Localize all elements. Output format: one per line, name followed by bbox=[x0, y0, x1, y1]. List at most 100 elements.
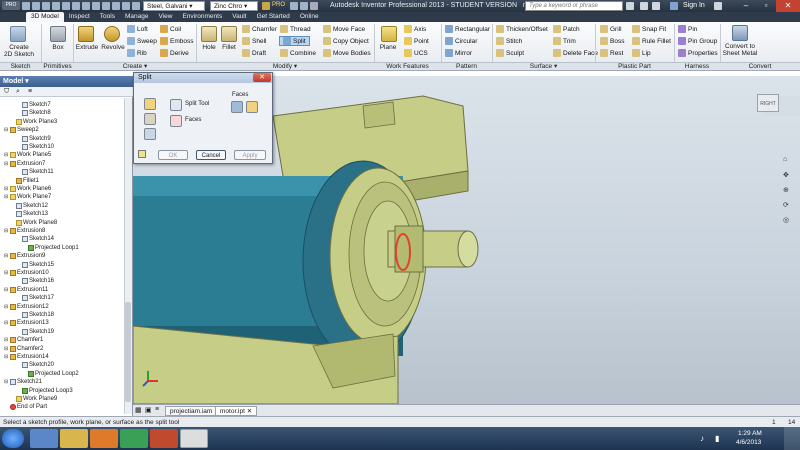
browser-item[interactable]: ⊟ Extrusion12 bbox=[4, 303, 49, 311]
dialog-close-icon[interactable]: ✕ bbox=[253, 73, 271, 82]
browser-item[interactable]: Sketch19 bbox=[16, 328, 54, 336]
fillet-button[interactable]: Fillet bbox=[218, 44, 240, 51]
expand-toggle-icon[interactable]: ⊟ bbox=[4, 303, 9, 311]
browser-item[interactable]: End of Part bbox=[4, 403, 47, 411]
patch-button[interactable]: Patch bbox=[553, 25, 580, 33]
browser-item[interactable]: Work Plane9 bbox=[10, 395, 57, 403]
hole-icon[interactable] bbox=[201, 26, 217, 42]
browser-item[interactable]: Sketch15 bbox=[16, 261, 54, 269]
tab-manage[interactable]: Manage bbox=[120, 12, 154, 22]
expand-toggle-icon[interactable]: ⊟ bbox=[4, 269, 9, 277]
browser-item[interactable]: Fillet1 bbox=[10, 177, 39, 185]
expand-toggle-icon[interactable]: ⊟ bbox=[4, 286, 9, 294]
start-button[interactable] bbox=[2, 429, 24, 448]
star-icon[interactable] bbox=[652, 2, 660, 10]
update-icon[interactable] bbox=[82, 2, 90, 10]
expand-toggle-icon[interactable]: ⊟ bbox=[4, 185, 9, 193]
move-bodies-button[interactable]: Move Bodies bbox=[323, 49, 371, 57]
doc-tab-projectiam[interactable]: projectiam.iam bbox=[165, 406, 218, 416]
point-button[interactable]: Point bbox=[404, 37, 429, 45]
browser-item[interactable]: Sketch7 bbox=[16, 101, 51, 109]
sign-in-link[interactable]: Sign In bbox=[683, 2, 705, 9]
save-icon[interactable] bbox=[42, 2, 50, 10]
convert-sheet-metal-button[interactable]: Convert to Sheet Metal bbox=[722, 43, 758, 57]
minimize-icon[interactable]: – bbox=[736, 0, 756, 12]
sketch-quick-icon[interactable] bbox=[112, 2, 120, 10]
help-search-input[interactable]: Type a keyword or phrase bbox=[525, 1, 623, 11]
browser-item[interactable]: Projected Loop1 bbox=[22, 244, 79, 252]
combine-button[interactable]: Combine bbox=[280, 49, 316, 57]
tab-view[interactable]: View bbox=[153, 12, 177, 22]
undo-icon[interactable] bbox=[52, 2, 60, 10]
browser-item[interactable]: ⊟ Extrusion13 bbox=[4, 319, 49, 327]
browser-item[interactable]: Sketch20 bbox=[16, 361, 54, 369]
browser-item[interactable]: Sketch8 bbox=[16, 109, 51, 117]
extrude-button[interactable]: Extrude bbox=[74, 44, 100, 51]
loft-button[interactable]: Loft bbox=[127, 25, 148, 33]
panel-surface[interactable]: Surface ▾ bbox=[492, 63, 595, 71]
expand-toggle-icon[interactable]: ⊟ bbox=[4, 126, 9, 134]
derive-button[interactable]: Derive bbox=[160, 49, 189, 57]
browser-item[interactable]: ⊟ Extrusion8 bbox=[4, 227, 45, 235]
extrude-icon[interactable] bbox=[78, 26, 94, 42]
network-icon[interactable]: ▮ bbox=[715, 434, 719, 443]
lip-button[interactable]: Lip bbox=[632, 49, 651, 57]
draft-button[interactable]: Draft bbox=[242, 49, 266, 57]
split-button[interactable]: Split bbox=[279, 36, 310, 46]
panel-create[interactable]: Create ▾ bbox=[74, 63, 196, 71]
cascade-icon[interactable]: ▣ bbox=[145, 406, 152, 414]
binoculars-icon[interactable] bbox=[640, 2, 648, 10]
boss-button[interactable]: Boss bbox=[600, 37, 624, 45]
ucs-button[interactable]: UCS bbox=[404, 49, 428, 57]
ok-button[interactable]: OK bbox=[158, 150, 188, 160]
expand-toggle-icon[interactable]: ⊟ bbox=[4, 252, 9, 260]
browser-item[interactable]: Sketch18 bbox=[16, 311, 54, 319]
browser-item[interactable]: Sketch12 bbox=[10, 202, 48, 210]
rib-button[interactable]: Rib bbox=[127, 49, 147, 57]
browser-item[interactable]: Work Plane3 bbox=[10, 118, 57, 126]
pointer-icon[interactable] bbox=[132, 2, 140, 10]
search-icon[interactable] bbox=[626, 2, 634, 10]
expand-icon[interactable]: ≡ bbox=[28, 88, 32, 95]
new-icon[interactable] bbox=[22, 2, 30, 10]
expand-toggle-icon[interactable]: ⊟ bbox=[4, 193, 9, 201]
browser-item[interactable]: Sketch11 bbox=[16, 168, 54, 176]
sculpt-button[interactable]: Sculpt bbox=[496, 49, 524, 57]
create-2d-sketch-icon[interactable] bbox=[10, 26, 26, 42]
browser-item[interactable]: ⊟ Extrusion14 bbox=[4, 353, 49, 361]
browser-item[interactable]: Projected Loop2 bbox=[22, 370, 79, 378]
browser-item[interactable]: Sketch17 bbox=[16, 294, 54, 302]
menu-icon[interactable]: ≡ bbox=[155, 406, 159, 413]
find-icon[interactable]: ⌕ bbox=[16, 88, 20, 96]
move-face-button[interactable]: Move Face bbox=[323, 25, 365, 33]
powerpoint-icon[interactable] bbox=[150, 429, 178, 448]
filter-icon[interactable]: ⛉ bbox=[4, 88, 9, 96]
chrome-icon[interactable] bbox=[120, 429, 148, 448]
expand-toggle-icon[interactable]: ⊟ bbox=[4, 319, 9, 327]
browser-item[interactable]: ⊟ Extrusion9 bbox=[4, 252, 45, 260]
close-icon[interactable]: ✕ bbox=[776, 0, 800, 12]
convert-sheet-metal-icon[interactable] bbox=[732, 25, 748, 41]
tab-environments[interactable]: Environments bbox=[177, 12, 227, 22]
pin-group-button[interactable]: Pin Group bbox=[678, 37, 717, 45]
browser-item[interactable]: ⊟ Work Plane6 bbox=[4, 185, 51, 193]
cancel-button[interactable]: Cancel bbox=[196, 150, 226, 160]
properties-button[interactable]: Properties bbox=[678, 49, 718, 57]
redo-icon[interactable] bbox=[62, 2, 70, 10]
rule-fillet-button[interactable]: Rule Fillet bbox=[632, 37, 671, 45]
iproperties-icon[interactable] bbox=[122, 2, 130, 10]
fillet-icon[interactable] bbox=[221, 26, 237, 42]
volume-icon[interactable]: ♪ bbox=[700, 434, 704, 443]
plane-icon[interactable] bbox=[381, 26, 397, 42]
axis-button[interactable]: Axis bbox=[404, 25, 426, 33]
browser-item[interactable]: ⊟ Chamfer1 bbox=[4, 336, 43, 344]
emboss-button[interactable]: Emboss bbox=[160, 37, 193, 45]
explorer-icon[interactable] bbox=[60, 429, 88, 448]
home-view-icon[interactable]: ⌂ bbox=[783, 156, 791, 164]
split-dialog-title[interactable]: Split bbox=[134, 73, 272, 83]
expand-toggle-icon[interactable]: ⊟ bbox=[4, 345, 9, 353]
browser-item[interactable]: Sketch9 bbox=[16, 135, 51, 143]
browser-item[interactable]: ⊟ Sweep2 bbox=[4, 126, 39, 134]
browser-item[interactable]: Sketch16 bbox=[16, 277, 54, 285]
expand-toggle-icon[interactable]: ⊟ bbox=[4, 336, 9, 344]
